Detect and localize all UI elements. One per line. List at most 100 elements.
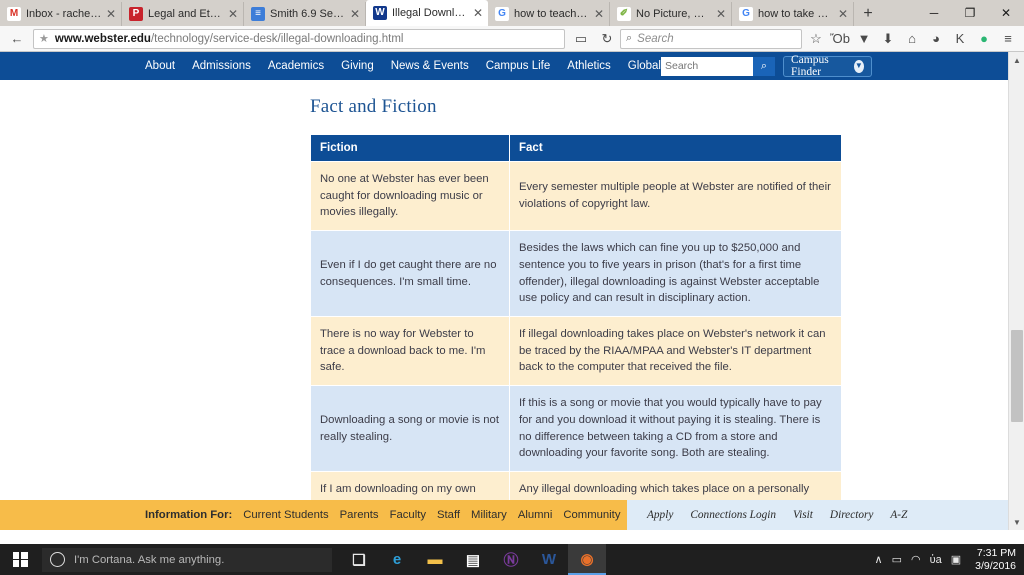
start-button[interactable] — [0, 544, 40, 575]
site-search-form[interactable]: ⌕ — [661, 56, 775, 76]
maximize-window-button[interactable]: ❐ — [952, 0, 988, 26]
site-nav-item-about[interactable]: About — [145, 60, 175, 72]
onenote-icon[interactable]: Ⓝ — [492, 544, 530, 575]
cell-fiction: Even if I do get caught there are no con… — [310, 230, 510, 318]
windows-store-icon[interactable]: ▤ — [454, 544, 492, 575]
browser-tab-label: Inbox - rachelnic... — [26, 8, 102, 20]
footer-audience-link[interactable]: Staff — [437, 509, 460, 521]
browser-tab-active[interactable]: W Illegal Downloadi...✕ — [366, 0, 488, 26]
show-hidden-icons-chevron[interactable]: ∧ — [875, 553, 883, 566]
footer-quick-link[interactable]: A-Z — [890, 509, 907, 521]
google-icon: G — [495, 7, 509, 21]
site-nav-item-news-events[interactable]: News & Events — [391, 60, 469, 72]
new-tab-button[interactable]: + — [854, 2, 882, 26]
table-row: Downloading a song or movie is not reall… — [310, 385, 842, 473]
reload-icon: ↻ — [601, 30, 613, 46]
browser-tab[interactable]: Ghow to take a scr...✕ — [732, 2, 854, 26]
site-search-button[interactable]: ⌕ — [753, 56, 775, 76]
reload-button[interactable]: ↻ — [594, 27, 620, 51]
table-row: There is no way for Webster to trace a d… — [310, 316, 842, 387]
chat-bubble-icon[interactable]: ◕ — [924, 27, 948, 51]
browser-tab[interactable]: ≡ Smith 6.9 Self-Re...✕ — [244, 2, 366, 26]
fact-and-fiction-table: Fiction Fact No one at Webster has ever … — [310, 134, 842, 530]
vertical-scrollbar-thumb[interactable] — [1011, 330, 1023, 422]
footer-audience-link[interactable]: Faculty — [390, 509, 426, 521]
pocket-icon[interactable]: ▼ — [852, 27, 876, 51]
tab-close-icon[interactable]: ✕ — [105, 8, 117, 20]
browser-tab[interactable]: M Inbox - rachelnic...✕ — [0, 2, 122, 26]
browser-tab[interactable]: Ghow to teach stu...✕ — [488, 2, 610, 26]
browser-tab-strip: MInbox - rachelnic...✕PLegal and Ethical… — [0, 0, 1024, 26]
tab-close-icon[interactable]: ✕ — [349, 8, 361, 20]
site-nav-links: About Admissions Academics Giving News & Eve… — [145, 60, 661, 72]
word-icon[interactable]: W — [530, 544, 568, 575]
hamburger-menu-icon[interactable]: ≡ — [996, 27, 1020, 51]
campus-finder-label: Campus Finder — [791, 54, 829, 78]
cell-fiction: There is no way for Webster to trace a d… — [310, 316, 510, 387]
footer-audience-link[interactable]: Military — [471, 509, 507, 521]
campus-finder-button[interactable]: Campus Finder ▼ — [783, 54, 872, 78]
footer-quick-link[interactable]: Apply — [647, 509, 673, 521]
bookmark-star-icon[interactable]: ☆ — [804, 27, 828, 51]
footer-quick-link[interactable]: Visit — [793, 509, 813, 521]
minimize-window-button[interactable]: ─ — [916, 0, 952, 26]
site-nav-item-campus-life[interactable]: Campus Life — [486, 60, 551, 72]
back-button[interactable]: ← — [4, 27, 30, 51]
clock-time: 7:31 PM — [976, 546, 1016, 559]
file-explorer-icon[interactable]: ▬ — [416, 544, 454, 575]
pinterest-icon: P — [129, 7, 143, 21]
reader-mode-button[interactable]: ▭ — [568, 27, 594, 51]
footer-quick-link[interactable]: Connections Login — [690, 509, 776, 521]
site-nav-item-global[interactable]: Global — [628, 60, 661, 72]
tab-close-icon[interactable]: ✕ — [472, 7, 484, 19]
action-center-icon[interactable]: ▣ — [951, 553, 961, 566]
cortana-search-box[interactable]: I'm Cortana. Ask me anything. — [42, 547, 332, 572]
wifi-icon[interactable]: ◠ — [911, 553, 921, 566]
site-nav-item-giving[interactable]: Giving — [341, 60, 374, 72]
volume-icon[interactable]: ὐa — [930, 554, 942, 566]
site-nav-item-academics[interactable]: Academics — [268, 60, 324, 72]
browser-tab-label: No Picture, No P... — [636, 8, 712, 20]
column-header-fiction: Fiction — [310, 134, 510, 162]
site-footer: Information For: Current Students Parents… — [0, 500, 1008, 530]
browser-tab[interactable]: P Legal and Ethical...✕ — [122, 2, 244, 26]
footer-audience-link[interactable]: Alumni — [518, 509, 553, 521]
table-header-row: Fiction Fact — [310, 134, 842, 162]
page-body: Fact and Fiction Fiction Fact No one at … — [0, 80, 1008, 530]
footer-audience-link[interactable]: Parents — [340, 509, 379, 521]
firefox-icon[interactable]: ◉ — [568, 544, 606, 575]
tab-close-icon[interactable]: ✕ — [593, 8, 605, 20]
reader-mode-icon: ▭ — [574, 30, 588, 46]
kaltura-k-icon[interactable]: K — [948, 27, 972, 51]
footer-audience-link[interactable]: Community — [563, 509, 620, 521]
tab-close-icon[interactable]: ✕ — [715, 8, 727, 20]
vertical-scrollbar[interactable]: ▲ ▼ — [1008, 52, 1024, 530]
address-bar[interactable]: ★ www.webster.edu/technology/service-des… — [33, 28, 565, 49]
footer-audience-bar: Information For: Current Students Parents… — [0, 500, 627, 530]
green-circle-icon[interactable]: ● — [972, 27, 996, 51]
site-nav-item-admissions[interactable]: Admissions — [192, 60, 251, 72]
task-view-icon[interactable]: ❑ — [340, 544, 378, 575]
downloads-icon[interactable]: ⬇ — [876, 27, 900, 51]
edge-browser-icon[interactable]: e — [378, 544, 416, 575]
leaf-icon: ✐ — [617, 7, 631, 21]
clipboard-icon[interactable]: Ὄb — [828, 27, 852, 51]
site-search-input[interactable] — [661, 56, 753, 76]
close-window-button[interactable]: ✕ — [988, 0, 1024, 26]
main-content: Fact and Fiction Fiction Fact No one at … — [285, 80, 1008, 530]
url-path: /technology/service-desk/illegal-downloa… — [150, 32, 404, 45]
footer-quick-link[interactable]: Directory — [830, 509, 874, 521]
home-icon[interactable]: ⌂ — [900, 27, 924, 51]
site-nav-item-athletics[interactable]: Athletics — [567, 60, 610, 72]
chevron-down-icon: ▼ — [853, 59, 864, 73]
browser-tab[interactable]: ✐ No Picture, No P...✕ — [610, 2, 732, 26]
webster-w-icon: W — [373, 6, 387, 20]
taskbar-clock[interactable]: 7:31 PM 3/9/2016 — [969, 547, 1018, 573]
scroll-down-button[interactable]: ▼ — [1009, 514, 1024, 530]
footer-audience-link[interactable]: Current Students — [243, 509, 328, 521]
browser-search-box[interactable]: ⌕ Search — [620, 28, 802, 49]
battery-icon[interactable]: ▭ — [892, 553, 902, 566]
tab-close-icon[interactable]: ✕ — [227, 8, 239, 20]
tab-close-icon[interactable]: ✕ — [837, 8, 849, 20]
scroll-up-button[interactable]: ▲ — [1009, 52, 1024, 68]
